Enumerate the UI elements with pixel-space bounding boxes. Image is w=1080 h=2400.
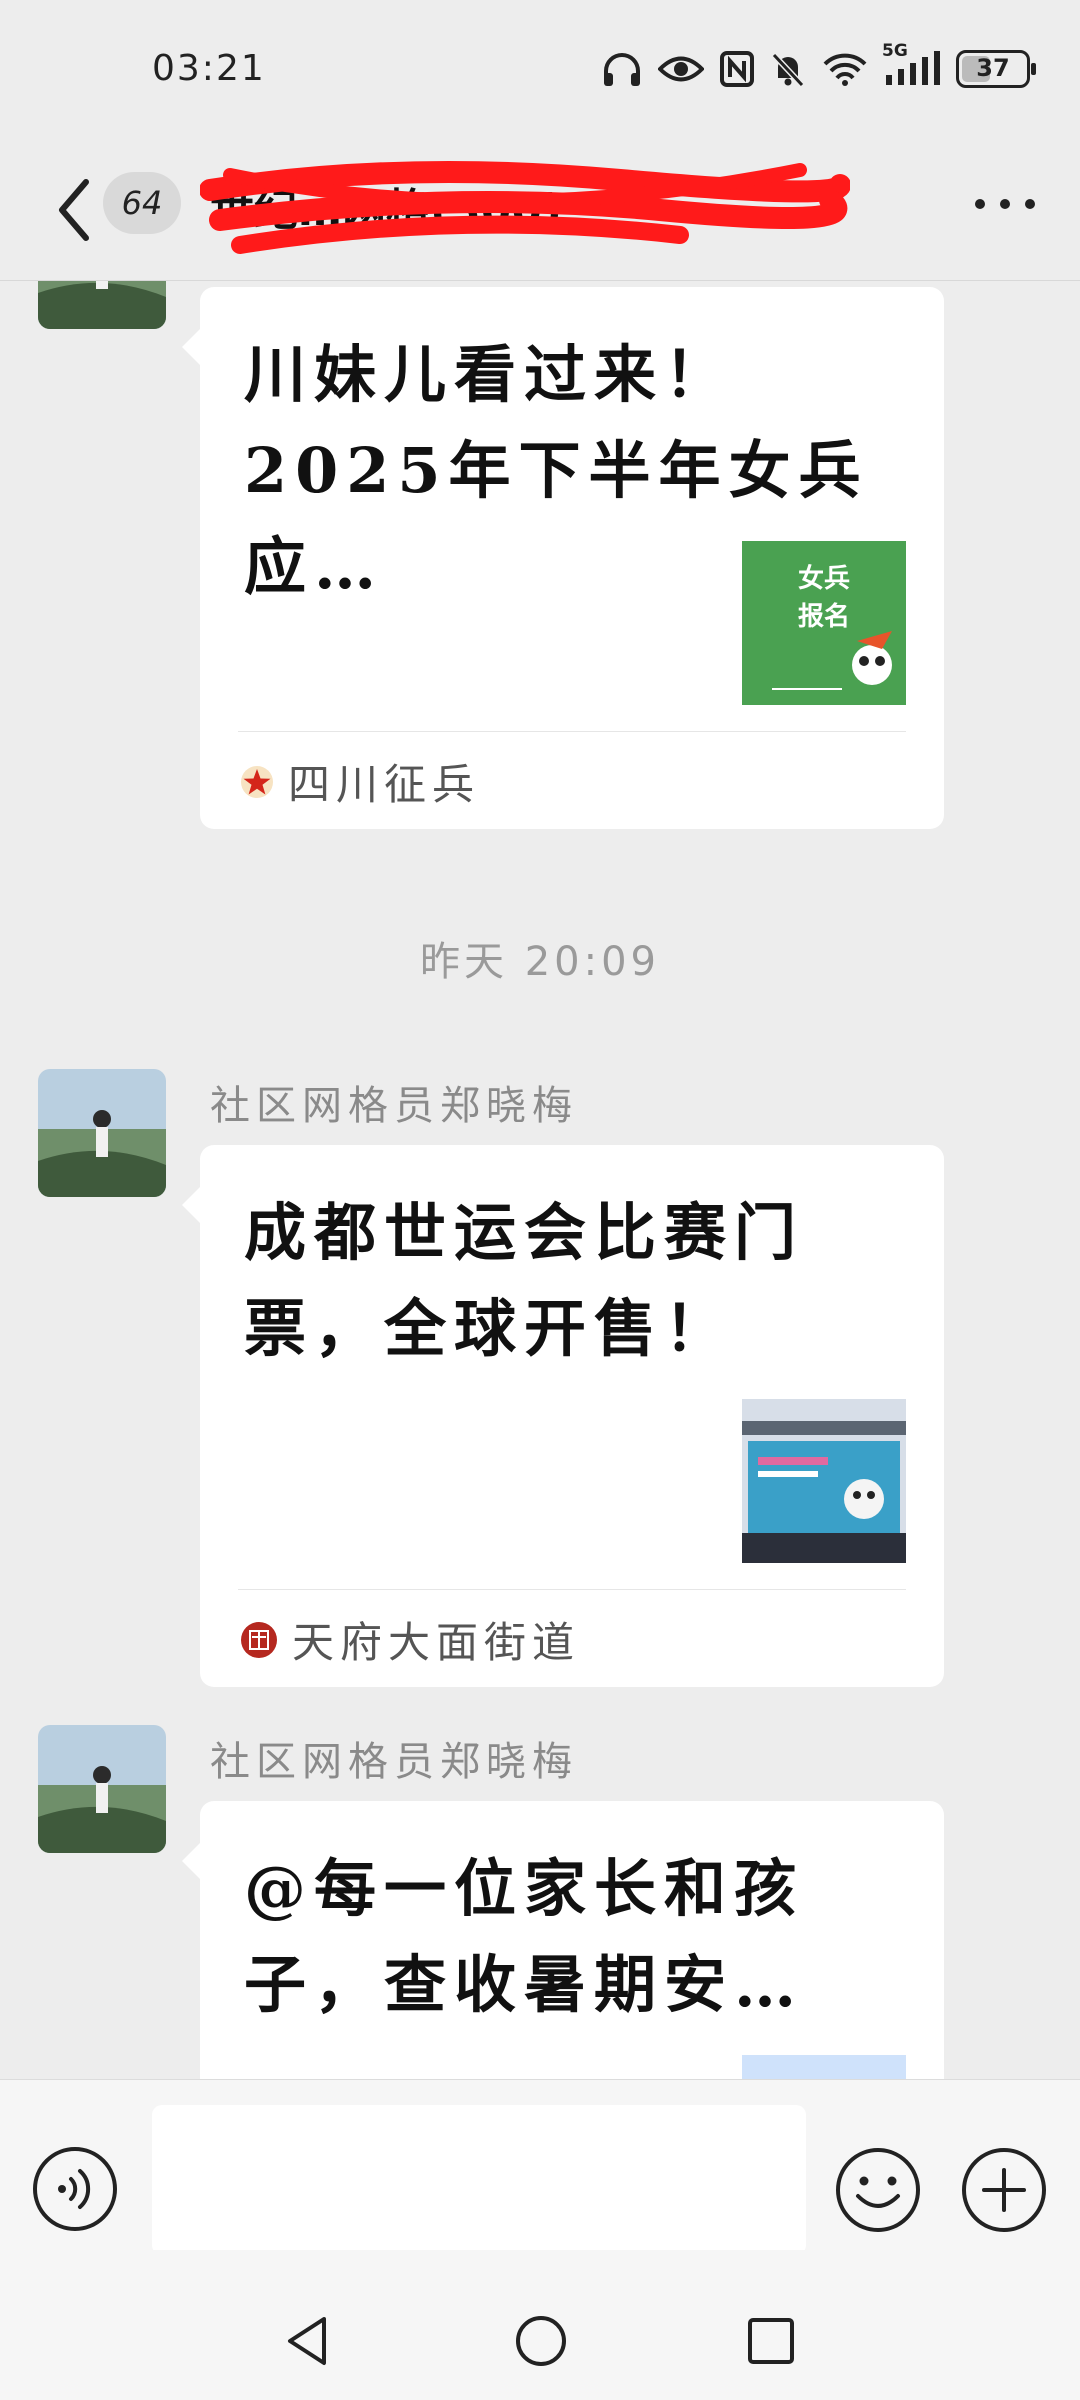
article-thumbnail [742, 1399, 906, 1563]
chat-message-list[interactable]: 川妹儿看过来！2025年下半年女兵应… 女兵 报名 四川征兵 昨天 20:09 社… [0, 281, 1080, 2079]
card-divider [238, 1589, 906, 1590]
svg-text:报名: 报名 [798, 601, 850, 632]
card-divider [238, 731, 906, 732]
nav-recents-icon[interactable] [746, 2316, 796, 2366]
svg-text:女兵: 女兵 [798, 563, 850, 594]
article-thumbnail: 女兵 报名 [742, 541, 906, 705]
add-more-icon[interactable] [960, 2146, 1048, 2234]
nav-home-icon[interactable] [513, 2313, 569, 2369]
article-card[interactable]: @每一位家长和孩子，查收暑期安… [182, 1801, 944, 2079]
sender-name: 社区网格员郑晓梅 [210, 1083, 578, 1129]
article-source: 天府大面街道 [240, 1609, 580, 1670]
emoji-icon[interactable] [834, 2146, 922, 2234]
voice-input-icon[interactable] [32, 2146, 118, 2232]
star-badge-icon [241, 765, 273, 798]
signal-indicator: 5G [882, 41, 940, 87]
source-name: 天府大面街道 [292, 1618, 581, 1667]
status-time: 03:21 [152, 48, 266, 89]
nfc-icon [720, 51, 754, 87]
article-title: 成都世运会比赛门票，全球开售！ [244, 1196, 805, 1365]
avatar[interactable] [38, 1069, 166, 1197]
back-icon[interactable] [44, 170, 104, 250]
more-options-icon[interactable] [970, 184, 1040, 224]
mute-bell-icon [771, 52, 805, 87]
article-source: 四川征兵 [240, 751, 480, 812]
article-card[interactable]: 成都世运会比赛门票，全球开售！ 天府大面街道 [182, 1145, 944, 1687]
avatar[interactable] [38, 1725, 166, 1853]
redaction-scribble [200, 161, 850, 254]
status-bar: 03:21 5G 37 [0, 0, 1080, 140]
battery-level: 37 [976, 54, 1010, 82]
avatar[interactable] [38, 281, 166, 329]
battery-icon: 37 [956, 50, 1036, 88]
seal-icon [241, 1621, 277, 1658]
article-card[interactable]: 川妹儿看过来！2025年下半年女兵应… 女兵 报名 四川征兵 [182, 287, 944, 829]
sender-name: 社区网格员郑晓梅 [210, 1739, 578, 1785]
eye-icon [658, 56, 704, 82]
headphones-icon [604, 53, 640, 86]
status-icons: 5G 37 [602, 41, 1036, 88]
nav-back-icon[interactable] [280, 2313, 336, 2369]
article-title: @每一位家长和孩子，查收暑期安… [244, 1852, 805, 2021]
network-type: 5G [882, 41, 908, 61]
article-thumbnail [742, 2055, 906, 2079]
unread-count-badge[interactable]: 64 [103, 172, 181, 234]
timestamp-divider: 昨天 20:09 [420, 939, 660, 985]
wifi-icon [823, 53, 867, 86]
source-name: 四川征兵 [288, 760, 481, 809]
message-input[interactable] [152, 2105, 806, 2255]
